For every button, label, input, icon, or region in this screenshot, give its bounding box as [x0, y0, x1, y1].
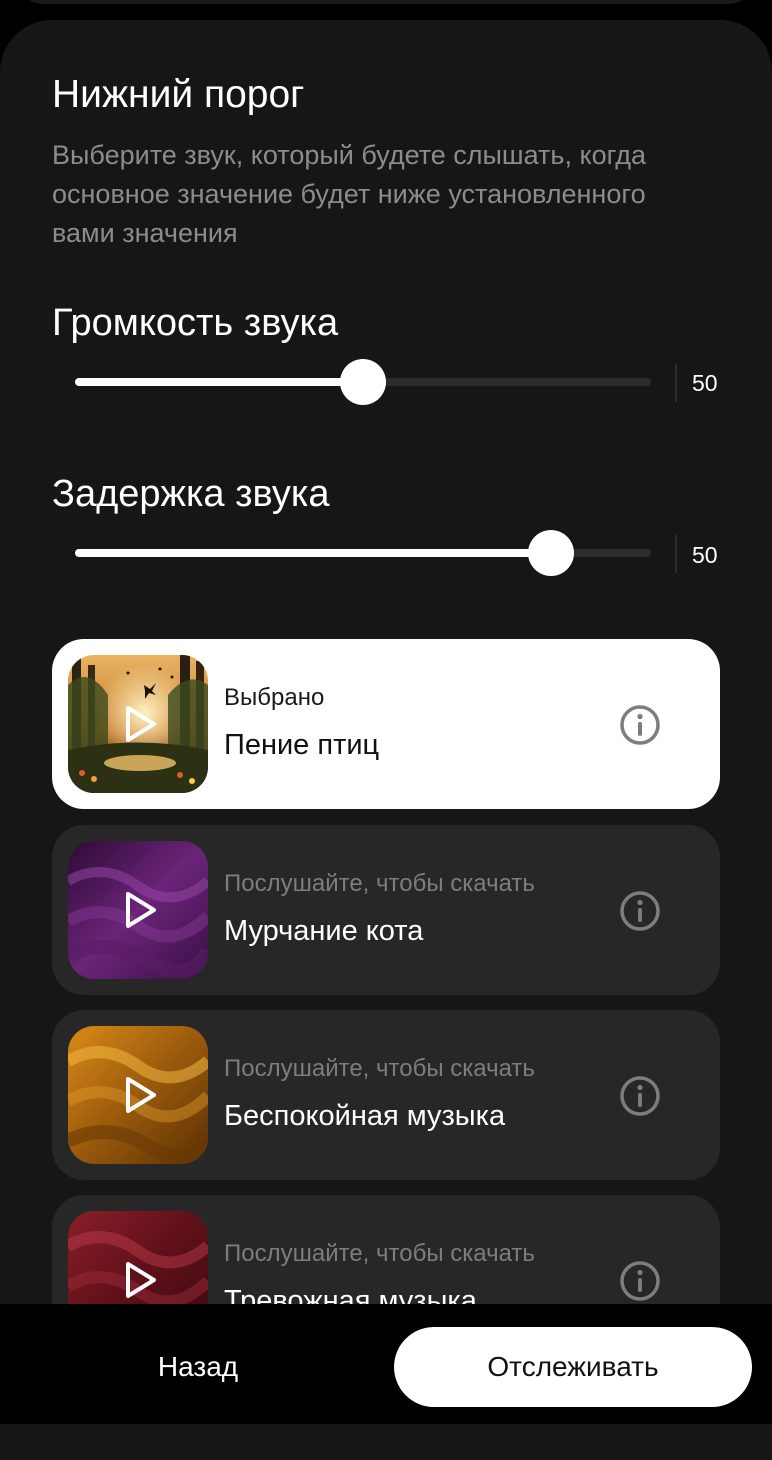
delay-slider-fill — [75, 549, 551, 557]
volume-divider — [675, 364, 677, 402]
play-icon[interactable] — [120, 890, 160, 930]
delay-divider — [675, 535, 677, 573]
sound-name: Беспокойная музыка — [224, 1100, 506, 1132]
volume-value: 50 — [692, 370, 718, 396]
track-button[interactable]: Отслеживать — [394, 1327, 752, 1407]
delay-slider[interactable] — [75, 529, 651, 579]
sound-status: Выбрано — [224, 684, 325, 711]
sound-artwork-cat — [68, 841, 208, 979]
volume-label: Громкость звука — [52, 302, 339, 344]
page-description: Выберите звук, который будете слышать, к… — [52, 140, 646, 248]
info-icon[interactable] — [618, 889, 662, 933]
sound-artwork-birds — [68, 655, 208, 793]
info-icon[interactable] — [618, 1074, 662, 1118]
delay-value: 50 — [692, 542, 718, 568]
play-icon[interactable] — [120, 704, 160, 744]
volume-slider-fill — [75, 378, 363, 386]
sound-status: Послушайте, чтобы скачать — [224, 870, 535, 897]
back-button[interactable]: Назад — [96, 1327, 300, 1407]
page-title: Нижний порог — [52, 73, 305, 116]
play-icon[interactable] — [120, 1075, 160, 1115]
volume-slider[interactable] — [75, 358, 651, 408]
play-icon[interactable] — [120, 1260, 160, 1300]
previous-card-edge — [14, 0, 758, 4]
sound-name: Пение птиц — [224, 729, 380, 761]
delay-slider-thumb[interactable] — [527, 530, 574, 576]
sound-card-anxious-music[interactable]: Послушайте, чтобы скачать Беспокойная му… — [52, 1010, 720, 1180]
sound-card-cat[interactable]: Послушайте, чтобы скачать Мурчание кота — [52, 825, 720, 995]
info-icon[interactable] — [618, 703, 662, 747]
sound-status: Послушайте, чтобы скачать — [224, 1055, 535, 1082]
delay-label: Задержка звука — [52, 473, 330, 515]
sound-status: Послушайте, чтобы скачать — [224, 1240, 535, 1267]
volume-slider-thumb[interactable] — [340, 359, 386, 405]
info-icon[interactable] — [618, 1259, 662, 1303]
sound-name: Мурчание кота — [224, 915, 424, 947]
sound-card-birds[interactable]: Выбрано Пение птиц — [52, 639, 720, 809]
sound-artwork-anxious-music — [68, 1026, 208, 1164]
